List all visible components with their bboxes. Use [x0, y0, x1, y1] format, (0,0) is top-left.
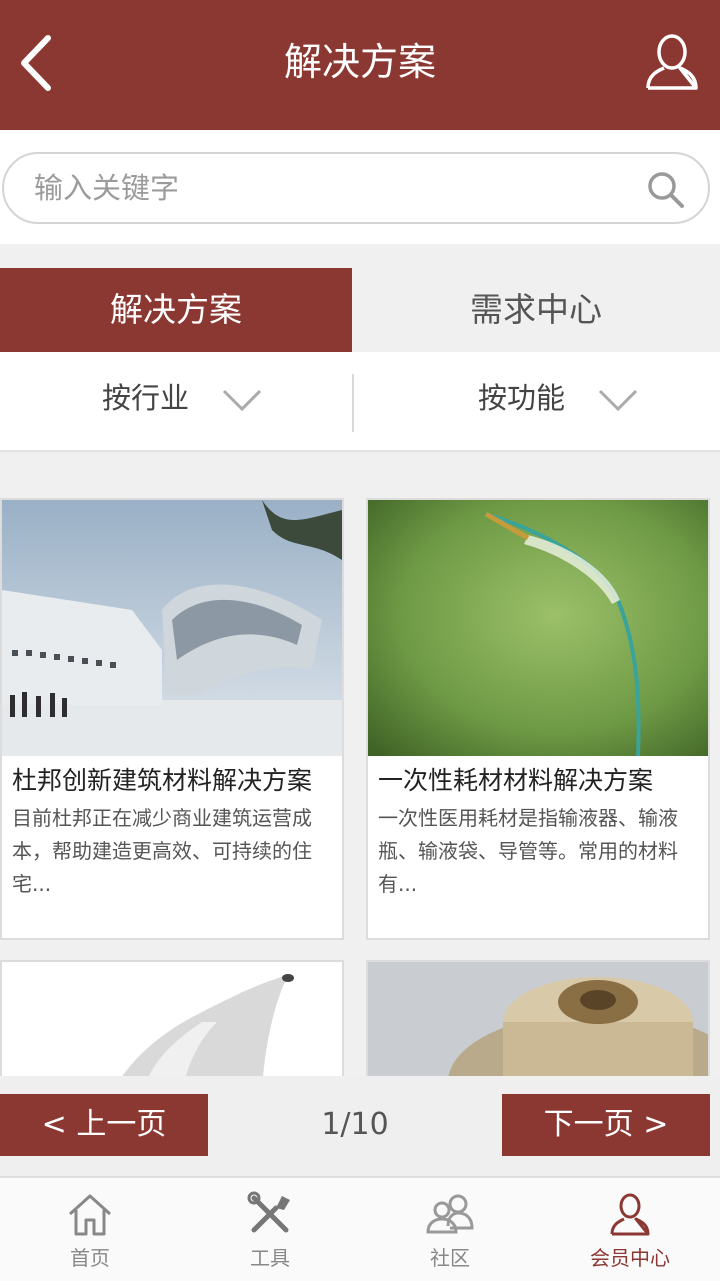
- filter-industry[interactable]: 按行业: [0, 352, 352, 450]
- solution-card[interactable]: [366, 960, 710, 1090]
- community-icon: [426, 1194, 474, 1234]
- nav-tools-label: 工具: [250, 1246, 290, 1270]
- card-title: 一次性耗材材料解决方案: [378, 766, 654, 795]
- card-image-bulb: [2, 962, 342, 1088]
- tab-solutions[interactable]: 解决方案: [0, 268, 352, 352]
- filter-bar: 按行业 按功能: [0, 352, 720, 450]
- nav-tools[interactable]: 工具: [180, 1178, 360, 1281]
- search-icon[interactable]: [646, 170, 686, 210]
- filter-industry-label: 按行业: [102, 381, 190, 415]
- tab-demand-center[interactable]: 需求中心: [352, 268, 720, 352]
- user-button[interactable]: [642, 30, 702, 96]
- nav-community-label: 社区: [430, 1246, 470, 1270]
- filter-function[interactable]: 按功能: [354, 352, 706, 450]
- card-title: 杜邦创新建筑材料解决方案: [12, 766, 313, 795]
- solution-list: 杜邦创新建筑材料解决方案 目前杜邦正在减少商业建筑运营成本，帮助建造更高效、可持…: [0, 450, 720, 1090]
- solution-card[interactable]: 一次性耗材材料解决方案 一次性医用耗材是指输液器、输液瓶、输液袋、导管等。常用的…: [366, 498, 710, 940]
- tab-bar: 解决方案 需求中心: [0, 268, 720, 352]
- solution-card[interactable]: [0, 960, 344, 1090]
- filter-function-label: 按功能: [478, 381, 566, 415]
- nav-member-center[interactable]: 会员中心: [540, 1178, 720, 1281]
- nav-home[interactable]: 首页: [0, 1178, 180, 1281]
- next-page-button[interactable]: 下一页 >: [502, 1094, 710, 1156]
- card-description: 目前杜邦正在减少商业建筑运营成本，帮助建造更高效、可持续的住宅...: [12, 806, 312, 896]
- bottom-nav: 首页 工具 社区 会员中心: [0, 1176, 720, 1281]
- home-icon: [68, 1194, 112, 1236]
- search-box[interactable]: [2, 152, 710, 224]
- app-header: 解决方案: [0, 0, 720, 130]
- search-area: [0, 130, 720, 244]
- page-indicator: 1/10: [321, 1107, 389, 1142]
- chevron-down-icon: [222, 389, 262, 412]
- pagination: < 上一页 1/10 下一页 >: [0, 1076, 720, 1176]
- nav-community[interactable]: 社区: [360, 1178, 540, 1281]
- divider-band: [0, 244, 720, 268]
- prev-page-button[interactable]: < 上一页: [0, 1094, 208, 1156]
- user-icon: [646, 34, 698, 90]
- solution-card[interactable]: 杜邦创新建筑材料解决方案 目前杜邦正在减少商业建筑运营成本，帮助建造更高效、可持…: [0, 498, 344, 940]
- card-image-catheter: [368, 500, 708, 756]
- nav-home-label: 首页: [70, 1246, 110, 1270]
- tools-icon: [247, 1191, 290, 1233]
- page-title: 解决方案: [283, 40, 436, 84]
- member-icon: [610, 1193, 650, 1236]
- search-input[interactable]: [34, 164, 634, 212]
- nav-member-center-label: 会员中心: [590, 1246, 670, 1270]
- card-image-gear: [368, 962, 708, 1088]
- card-image-building: [2, 500, 342, 756]
- card-description: 一次性医用耗材是指输液器、输液瓶、输液袋、导管等。常用的材料有...: [378, 806, 678, 896]
- chevron-down-icon: [598, 389, 638, 412]
